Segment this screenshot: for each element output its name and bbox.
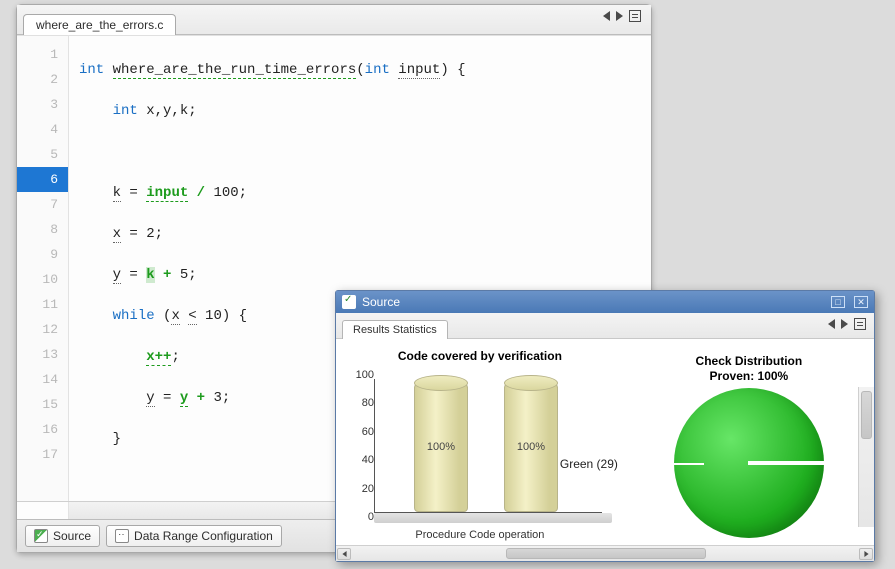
tab-list-icon[interactable]: [629, 10, 641, 22]
line-number[interactable]: 8: [17, 217, 68, 242]
distribution-pie: Green (29): [674, 388, 824, 538]
pie-separator: [748, 461, 826, 465]
tab-prev-icon[interactable]: [603, 11, 610, 21]
coverage-bar-chart: Code covered by verification 100 80 60 4…: [336, 339, 624, 545]
check-distribution-chart: Check Distribution Proven: 100% Green (2…: [624, 339, 874, 545]
line-number[interactable]: 12: [17, 317, 68, 342]
line-number[interactable]: 10: [17, 267, 68, 292]
hscroll-left-icon[interactable]: [337, 548, 351, 560]
coverage-bar-procedure: 100%: [414, 382, 468, 512]
pie-legend-green: Green (29): [560, 457, 618, 471]
tab-results-statistics[interactable]: Results Statistics: [342, 320, 448, 339]
chart-base: [374, 513, 612, 523]
coverage-y-ticks: 100 80 60 40 20 0: [340, 375, 374, 517]
bottom-tab-label: Data Range Configuration: [134, 529, 273, 543]
tab-next-icon[interactable]: [616, 11, 623, 21]
panel-title-text: Source: [362, 295, 400, 309]
panel-body: Code covered by verification 100 80 60 4…: [336, 339, 874, 545]
data-range-icon: [115, 529, 129, 543]
panel-maximize-icon[interactable]: □: [831, 296, 845, 308]
line-number-current[interactable]: 6: [17, 167, 68, 192]
bottom-tab-source[interactable]: Source: [25, 525, 100, 547]
file-tab[interactable]: where_are_the_errors.c: [23, 14, 176, 35]
line-number-gutter: 1 2 3 4 5 6 7 8 9 10 11 12 13 14 15 16 1…: [17, 36, 69, 501]
distribution-title: Check Distribution Proven: 100%: [696, 354, 803, 384]
bottom-tab-data-range[interactable]: Data Range Configuration: [106, 525, 282, 547]
source-statistics-panel: Source □ ✕ Results Statistics Code cover…: [335, 290, 875, 562]
panel-close-icon[interactable]: ✕: [854, 296, 868, 308]
line-number[interactable]: 1: [17, 42, 68, 67]
line-number[interactable]: 11: [17, 292, 68, 317]
pie-leader-line: [644, 463, 704, 465]
line-number[interactable]: 7: [17, 192, 68, 217]
source-icon: [34, 529, 48, 543]
hscroll-thumb[interactable]: [506, 548, 706, 559]
line-number[interactable]: 14: [17, 367, 68, 392]
panel-hscrollbar[interactable]: [336, 545, 874, 561]
editor-tab-nav: [603, 10, 641, 22]
panel-titlebar[interactable]: Source □ ✕: [336, 291, 874, 313]
line-number[interactable]: 17: [17, 442, 68, 467]
line-number[interactable]: 3: [17, 92, 68, 117]
hscroll-right-icon[interactable]: [859, 548, 873, 560]
bar-value-label: 100%: [505, 441, 557, 453]
panel-tab-nav: [828, 318, 866, 330]
coverage-axes: [374, 379, 602, 513]
coverage-bar-code-operation: 100%: [504, 382, 558, 512]
line-number[interactable]: 5: [17, 142, 68, 167]
line-number[interactable]: 13: [17, 342, 68, 367]
panel-tabstrip: Results Statistics: [336, 313, 874, 339]
tab-list-icon[interactable]: [854, 318, 866, 330]
line-number[interactable]: 16: [17, 417, 68, 442]
line-number[interactable]: 2: [17, 67, 68, 92]
coverage-x-label: Procedure Code operation: [336, 529, 624, 541]
vscroll-thumb[interactable]: [861, 391, 872, 439]
panel-vscrollbar[interactable]: [858, 387, 874, 527]
tab-prev-icon[interactable]: [828, 319, 835, 329]
editor-tabstrip: where_are_the_errors.c: [17, 5, 651, 35]
bar-value-label: 100%: [415, 441, 467, 453]
line-number[interactable]: 9: [17, 242, 68, 267]
coverage-chart-title: Code covered by verification: [336, 349, 624, 363]
line-number[interactable]: 15: [17, 392, 68, 417]
bottom-tab-label: Source: [53, 529, 91, 543]
panel-title-icon: [342, 295, 356, 309]
tab-next-icon[interactable]: [841, 319, 848, 329]
line-number[interactable]: 4: [17, 117, 68, 142]
